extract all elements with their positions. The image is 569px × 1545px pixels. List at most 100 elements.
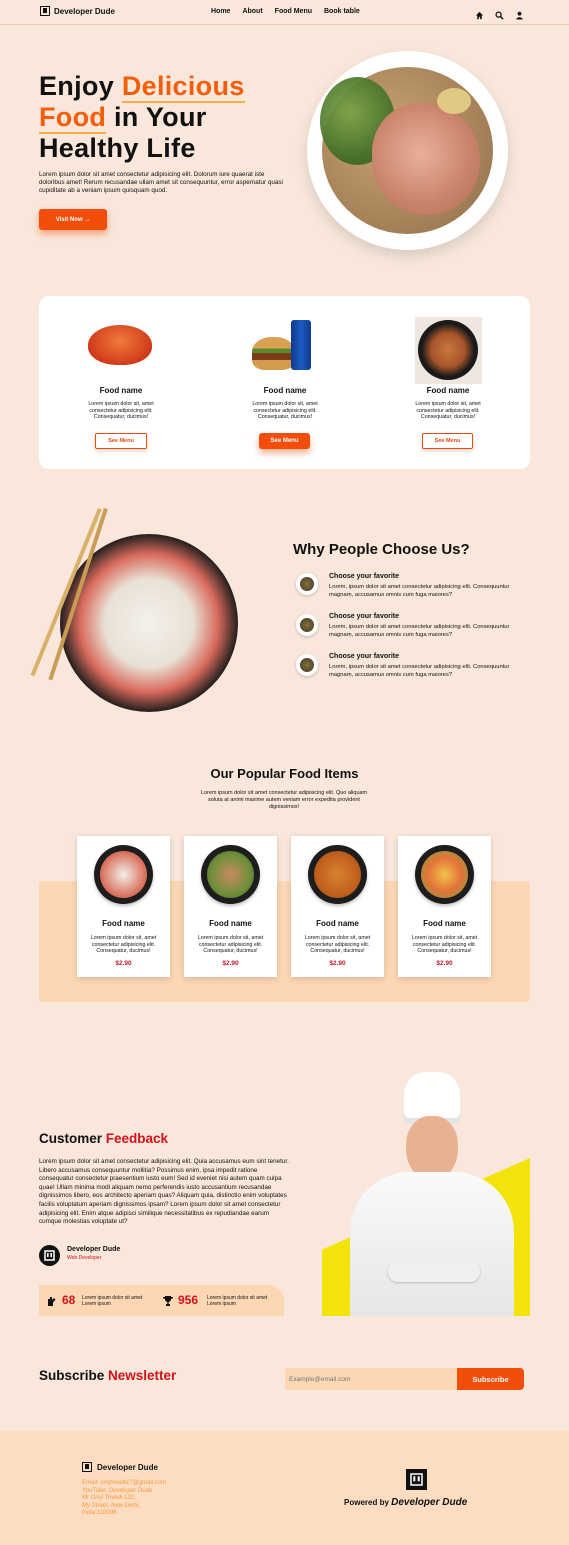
chef-crossed-arms-image: [388, 1260, 480, 1282]
footer-brand-name: Developer Dude: [97, 1462, 158, 1472]
food-card-desc: Lorem ipsum dolor sit, amet consectetur …: [411, 935, 478, 955]
nav-link-home[interactable]: Home: [211, 8, 230, 15]
noodle-bowl-image: [88, 325, 152, 365]
powered-by: Powered by Developer Dude: [344, 1497, 467, 1508]
brand-logo[interactable]: Developer Dude: [40, 6, 115, 16]
why-item-image: [296, 573, 318, 595]
navbar: Developer Dude Home About Food Menu Book…: [0, 0, 569, 25]
food-bowl-image: [415, 845, 474, 904]
nav-link-book-table[interactable]: Book table: [324, 8, 360, 15]
feedback-title-highlight: Feedback: [105, 1131, 169, 1146]
author-role: Web Developer: [67, 1255, 102, 1261]
why-item-title: Choose your favorite: [329, 653, 400, 660]
food-bowl-image: [308, 845, 367, 904]
nav-link-food-menu[interactable]: Food Menu: [275, 8, 312, 15]
menu-card-name: Food name: [263, 386, 307, 395]
food-card-desc: Lorem ipsum dolor sit, amet consectetur …: [90, 935, 157, 955]
trophy-icon: [162, 1294, 174, 1312]
food-bowl-image: [94, 845, 153, 904]
food-card-name: Food name: [102, 919, 145, 928]
feedback-title-part: Customer: [39, 1131, 106, 1146]
footer-contact-info: Email: omjtrivedi17@gmail.com YouTube: D…: [82, 1480, 166, 1518]
hero-title-part-3: Healthy Life: [39, 133, 196, 163]
menu-card-name: Food name: [99, 386, 143, 395]
lemon-image: [437, 88, 471, 114]
hero-title: Enjoy Delicious Food in Your Healthy Lif…: [39, 71, 299, 164]
footer-youtube[interactable]: YouTube: Developer Dude: [82, 1488, 166, 1496]
footer-address-line: Mr Omji Trivedi 132,: [82, 1495, 136, 1501]
why-item-text: Lorem, ipsum dolor sit amet consectetur …: [329, 624, 510, 638]
popular-food-card[interactable]: Food name Lorem ipsum dolor sit, amet co…: [77, 836, 170, 977]
user-icon[interactable]: [515, 7, 524, 20]
food-card-desc: Lorem ipsum dolor sit, amet consectetur …: [197, 935, 264, 955]
menu-card-name: Food name: [426, 386, 470, 395]
footer-logo-icon: [406, 1469, 427, 1490]
stat-number: 956: [178, 1293, 199, 1307]
why-item-image: [296, 654, 318, 676]
stat-number: 68: [62, 1293, 76, 1307]
subscribe-title-part: Subscribe: [39, 1368, 109, 1383]
hero-title-part: Enjoy: [39, 71, 122, 101]
hero-description: Lorem ipsum dolor sit amet consectetur a…: [39, 171, 283, 194]
hero-title-highlight-2: Food: [39, 102, 107, 134]
feedback-text: Lorem ipsum dolor sit amet consectetur a…: [39, 1158, 289, 1226]
home-icon[interactable]: [475, 7, 484, 20]
hand-icon: [46, 1294, 58, 1312]
stat-label: Lorem ipsum dolor sit amet Lorem ipsum: [207, 1295, 268, 1307]
visit-now-button[interactable]: Visit Now →: [39, 209, 107, 230]
nav-menu: Home About Food Menu Book table: [211, 8, 360, 15]
footer-brand[interactable]: Developer Dude: [82, 1462, 158, 1472]
why-title: Why People Choose Us?: [293, 541, 470, 558]
hero-title-highlight: Delicious: [121, 71, 245, 103]
popular-food-card[interactable]: Food name Lorem ipsum dolor sit, amet co…: [291, 836, 384, 977]
subscribe-title: Subscribe Newsletter: [39, 1368, 176, 1383]
salmon-image: [372, 103, 480, 215]
powered-by-prefix: Powered by: [344, 1498, 392, 1507]
powered-by-name: Developer Dude: [391, 1497, 468, 1508]
logo-icon: [40, 6, 50, 16]
popular-title: Our Popular Food Items: [210, 766, 359, 781]
hero-title-part-2: in Your: [106, 102, 207, 132]
footer-address-line: My Street, New Delhi,: [82, 1502, 141, 1509]
search-icon[interactable]: [495, 7, 504, 20]
why-item-title: Choose your favorite: [329, 613, 400, 620]
see-menu-button[interactable]: See Menu: [95, 433, 147, 449]
newsletter-email-input[interactable]: [285, 1368, 460, 1390]
food-bowl-image: [201, 845, 260, 904]
food-card-price: $2.90: [115, 960, 132, 967]
menu-card-desc: Lorem ipsum dolor sit, amet consectetur …: [88, 401, 154, 421]
why-item-image: [296, 614, 318, 636]
food-card-price: $2.90: [436, 960, 453, 967]
why-item-text: Lorem, ipsum dolor sit amet consectetur …: [329, 664, 510, 678]
popular-food-card[interactable]: Food name Lorem ipsum dolor sit, amet co…: [184, 836, 277, 977]
food-card-price: $2.90: [329, 960, 346, 967]
chef-jacket-image: [350, 1172, 514, 1316]
menu-card-desc: Lorem ipsum dolor sit, amet consectetur …: [252, 401, 318, 421]
nav-icons: [475, 7, 524, 20]
burger-image: [252, 337, 295, 370]
food-card-name: Food name: [209, 919, 252, 928]
why-item-text: Lorem, ipsum dolor sit amet consectetur …: [329, 584, 510, 598]
feedback-title: Customer Feedback: [39, 1131, 168, 1146]
brand-name: Developer Dude: [54, 6, 115, 16]
logo-icon: [82, 1462, 92, 1472]
footer-email[interactable]: Email: omjtrivedi17@gmail.com: [82, 1480, 166, 1488]
nav-link-about[interactable]: About: [242, 8, 262, 15]
fish-bowl-image: [418, 320, 478, 380]
cola-cup-image: [291, 320, 311, 370]
food-card-desc: Lorem ipsum dolor sit, amet consectetur …: [304, 935, 371, 955]
food-card-name: Food name: [316, 919, 359, 928]
menu-card-desc: Lorem ipsum dolor sit, amet consectetur …: [415, 401, 481, 421]
footer-address-line: India 110006.: [82, 1510, 118, 1516]
see-menu-button[interactable]: See Menu: [422, 433, 473, 449]
author-name: Developer Dude: [67, 1246, 121, 1253]
why-item-title: Choose your favorite: [329, 573, 400, 580]
popular-food-card[interactable]: Food name Lorem ipsum dolor sit, amet co…: [398, 836, 491, 977]
subscribe-button[interactable]: Subscribe: [457, 1368, 524, 1390]
author-avatar: [39, 1245, 60, 1266]
subscribe-title-highlight: Newsletter: [108, 1368, 177, 1383]
chef-face-image: [406, 1116, 458, 1180]
see-menu-button-active[interactable]: See Menu: [259, 433, 310, 449]
stat-label: Lorem ipsum dolor sit amet Lorem ipsum: [82, 1295, 143, 1307]
popular-subtitle: Lorem ipsum dolor sit amet consectetur a…: [200, 790, 368, 810]
